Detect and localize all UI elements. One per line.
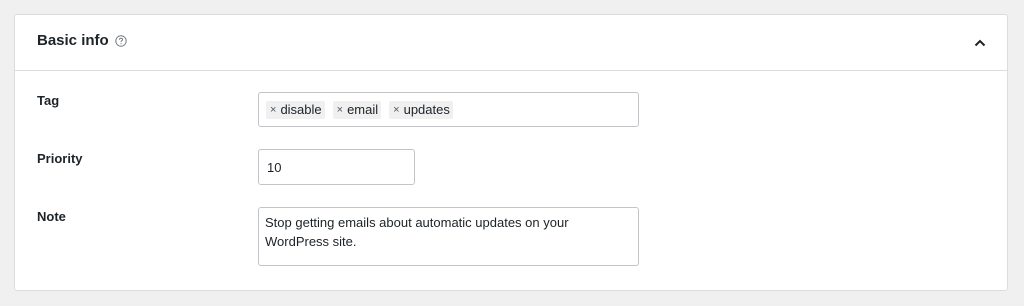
tag-input[interactable]: × disable × email × updates — [258, 92, 639, 127]
remove-tag-icon[interactable]: × — [393, 104, 399, 116]
tag-chip-label: disable — [280, 102, 322, 117]
chevron-up-icon[interactable] — [973, 37, 987, 49]
tag-chip-label: email — [347, 102, 379, 117]
panel-header[interactable]: Basic info — [15, 15, 1007, 71]
priority-input[interactable] — [258, 149, 415, 185]
remove-tag-icon[interactable]: × — [337, 104, 343, 116]
question-circle-icon[interactable] — [114, 34, 127, 47]
panel-title: Basic info — [37, 32, 109, 49]
panel-title-wrap: Basic info — [37, 32, 127, 49]
basic-info-panel: Basic info Tag × disable × email × updat… — [14, 14, 1008, 291]
priority-label: Priority — [37, 151, 83, 166]
note-label: Note — [37, 209, 66, 224]
remove-tag-icon[interactable]: × — [270, 104, 276, 116]
tag-label: Tag — [37, 93, 60, 108]
tag-chip: × updates — [389, 100, 453, 119]
tag-chip: × email — [332, 100, 382, 119]
tag-chip: × disable — [266, 100, 325, 119]
note-textarea[interactable]: Stop getting emails about automatic upda… — [258, 207, 639, 266]
tag-chip-label: updates — [403, 102, 450, 117]
